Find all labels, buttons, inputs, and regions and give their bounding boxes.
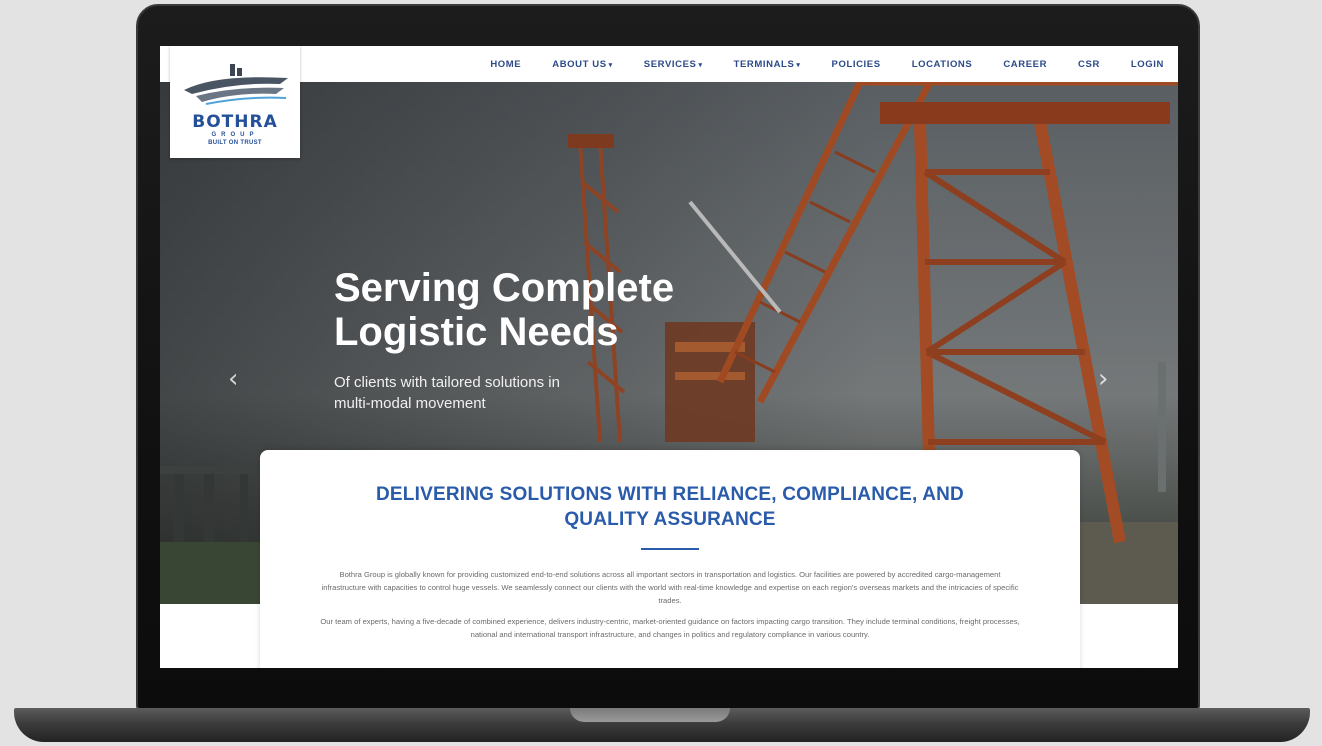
nav-locations-label: LOCATIONS — [911, 58, 973, 70]
chevron-down-icon: ▾ — [698, 61, 703, 69]
carousel-prev-icon[interactable]: ‹ — [228, 364, 238, 394]
hero-title-line2: Logistic Needs — [334, 310, 619, 354]
hero-title: Serving Complete Logistic Needs — [334, 266, 814, 354]
hero-title-line1: Serving Complete — [334, 266, 675, 310]
intro-heading: DELIVERING SOLUTIONS WITH RELIANCE, COMP… — [318, 482, 1022, 532]
nav-csr[interactable]: CSR — [1078, 59, 1100, 70]
brand-tagline: BUILT ON TRUST — [208, 140, 262, 146]
top-navigation: HOME ABOUT US ▾ SERVICES ▾ TERMINALS ▾ POLI… — [160, 46, 1178, 82]
chevron-down-icon: ▾ — [608, 61, 613, 69]
nav-locations[interactable]: LOCATIONS — [912, 59, 973, 70]
hero-subtitle-line2: multi-modal movement — [334, 395, 486, 412]
nav-terminals-label: TERMINALS — [733, 58, 795, 70]
nav-login[interactable]: LOGIN — [1131, 59, 1164, 70]
chevron-down-icon: ▾ — [796, 61, 801, 69]
nav-career-label: CAREER — [1003, 58, 1048, 70]
intro-heading-line2: QUALITY ASSURANCE — [564, 509, 776, 530]
ship-icon — [184, 64, 288, 105]
nav-about-us-label: ABOUT US — [552, 58, 607, 70]
nav-terminals[interactable]: TERMINALS ▾ — [734, 59, 801, 70]
heading-divider — [641, 548, 699, 550]
nav-policies-label: POLICIES — [831, 58, 881, 70]
carousel-next-icon[interactable]: › — [1098, 364, 1108, 394]
brand-name: BOTHRA — [192, 112, 278, 132]
nav-home-label: HOME — [490, 58, 522, 70]
laptop-notch — [570, 708, 730, 722]
hero-subtitle: Of clients with tailored solutions in mu… — [334, 372, 634, 414]
laptop-screen: Serving Complete Logistic Needs Of clien… — [160, 46, 1178, 668]
nav-home[interactable]: HOME — [490, 59, 521, 70]
nav-login-label: LOGIN — [1130, 58, 1164, 70]
nav-csr-label: CSR — [1078, 58, 1100, 70]
intro-paragraph: Bothra Group is globally known for provi… — [321, 570, 1019, 605]
team-paragraph: Our team of experts, having a five-decad… — [320, 617, 1020, 639]
nav-services-label: SERVICES — [643, 58, 697, 70]
brand-group: GROUP — [211, 132, 259, 138]
nav-policies[interactable]: POLICIES — [832, 59, 881, 70]
nav-career[interactable]: CAREER — [1003, 59, 1047, 70]
intro-card: DELIVERING SOLUTIONS WITH RELIANCE, COMP… — [260, 450, 1080, 668]
brand-logo[interactable]: BOTHRA GROUP BUILT ON TRUST — [170, 46, 300, 158]
hero-subtitle-line1: Of clients with tailored solutions in — [334, 374, 560, 391]
intro-heading-line1: DELIVERING SOLUTIONS WITH RELIANCE, COMP… — [376, 484, 964, 505]
nav-services[interactable]: SERVICES ▾ — [644, 59, 703, 70]
nav-about-us[interactable]: ABOUT US ▾ — [552, 59, 613, 70]
